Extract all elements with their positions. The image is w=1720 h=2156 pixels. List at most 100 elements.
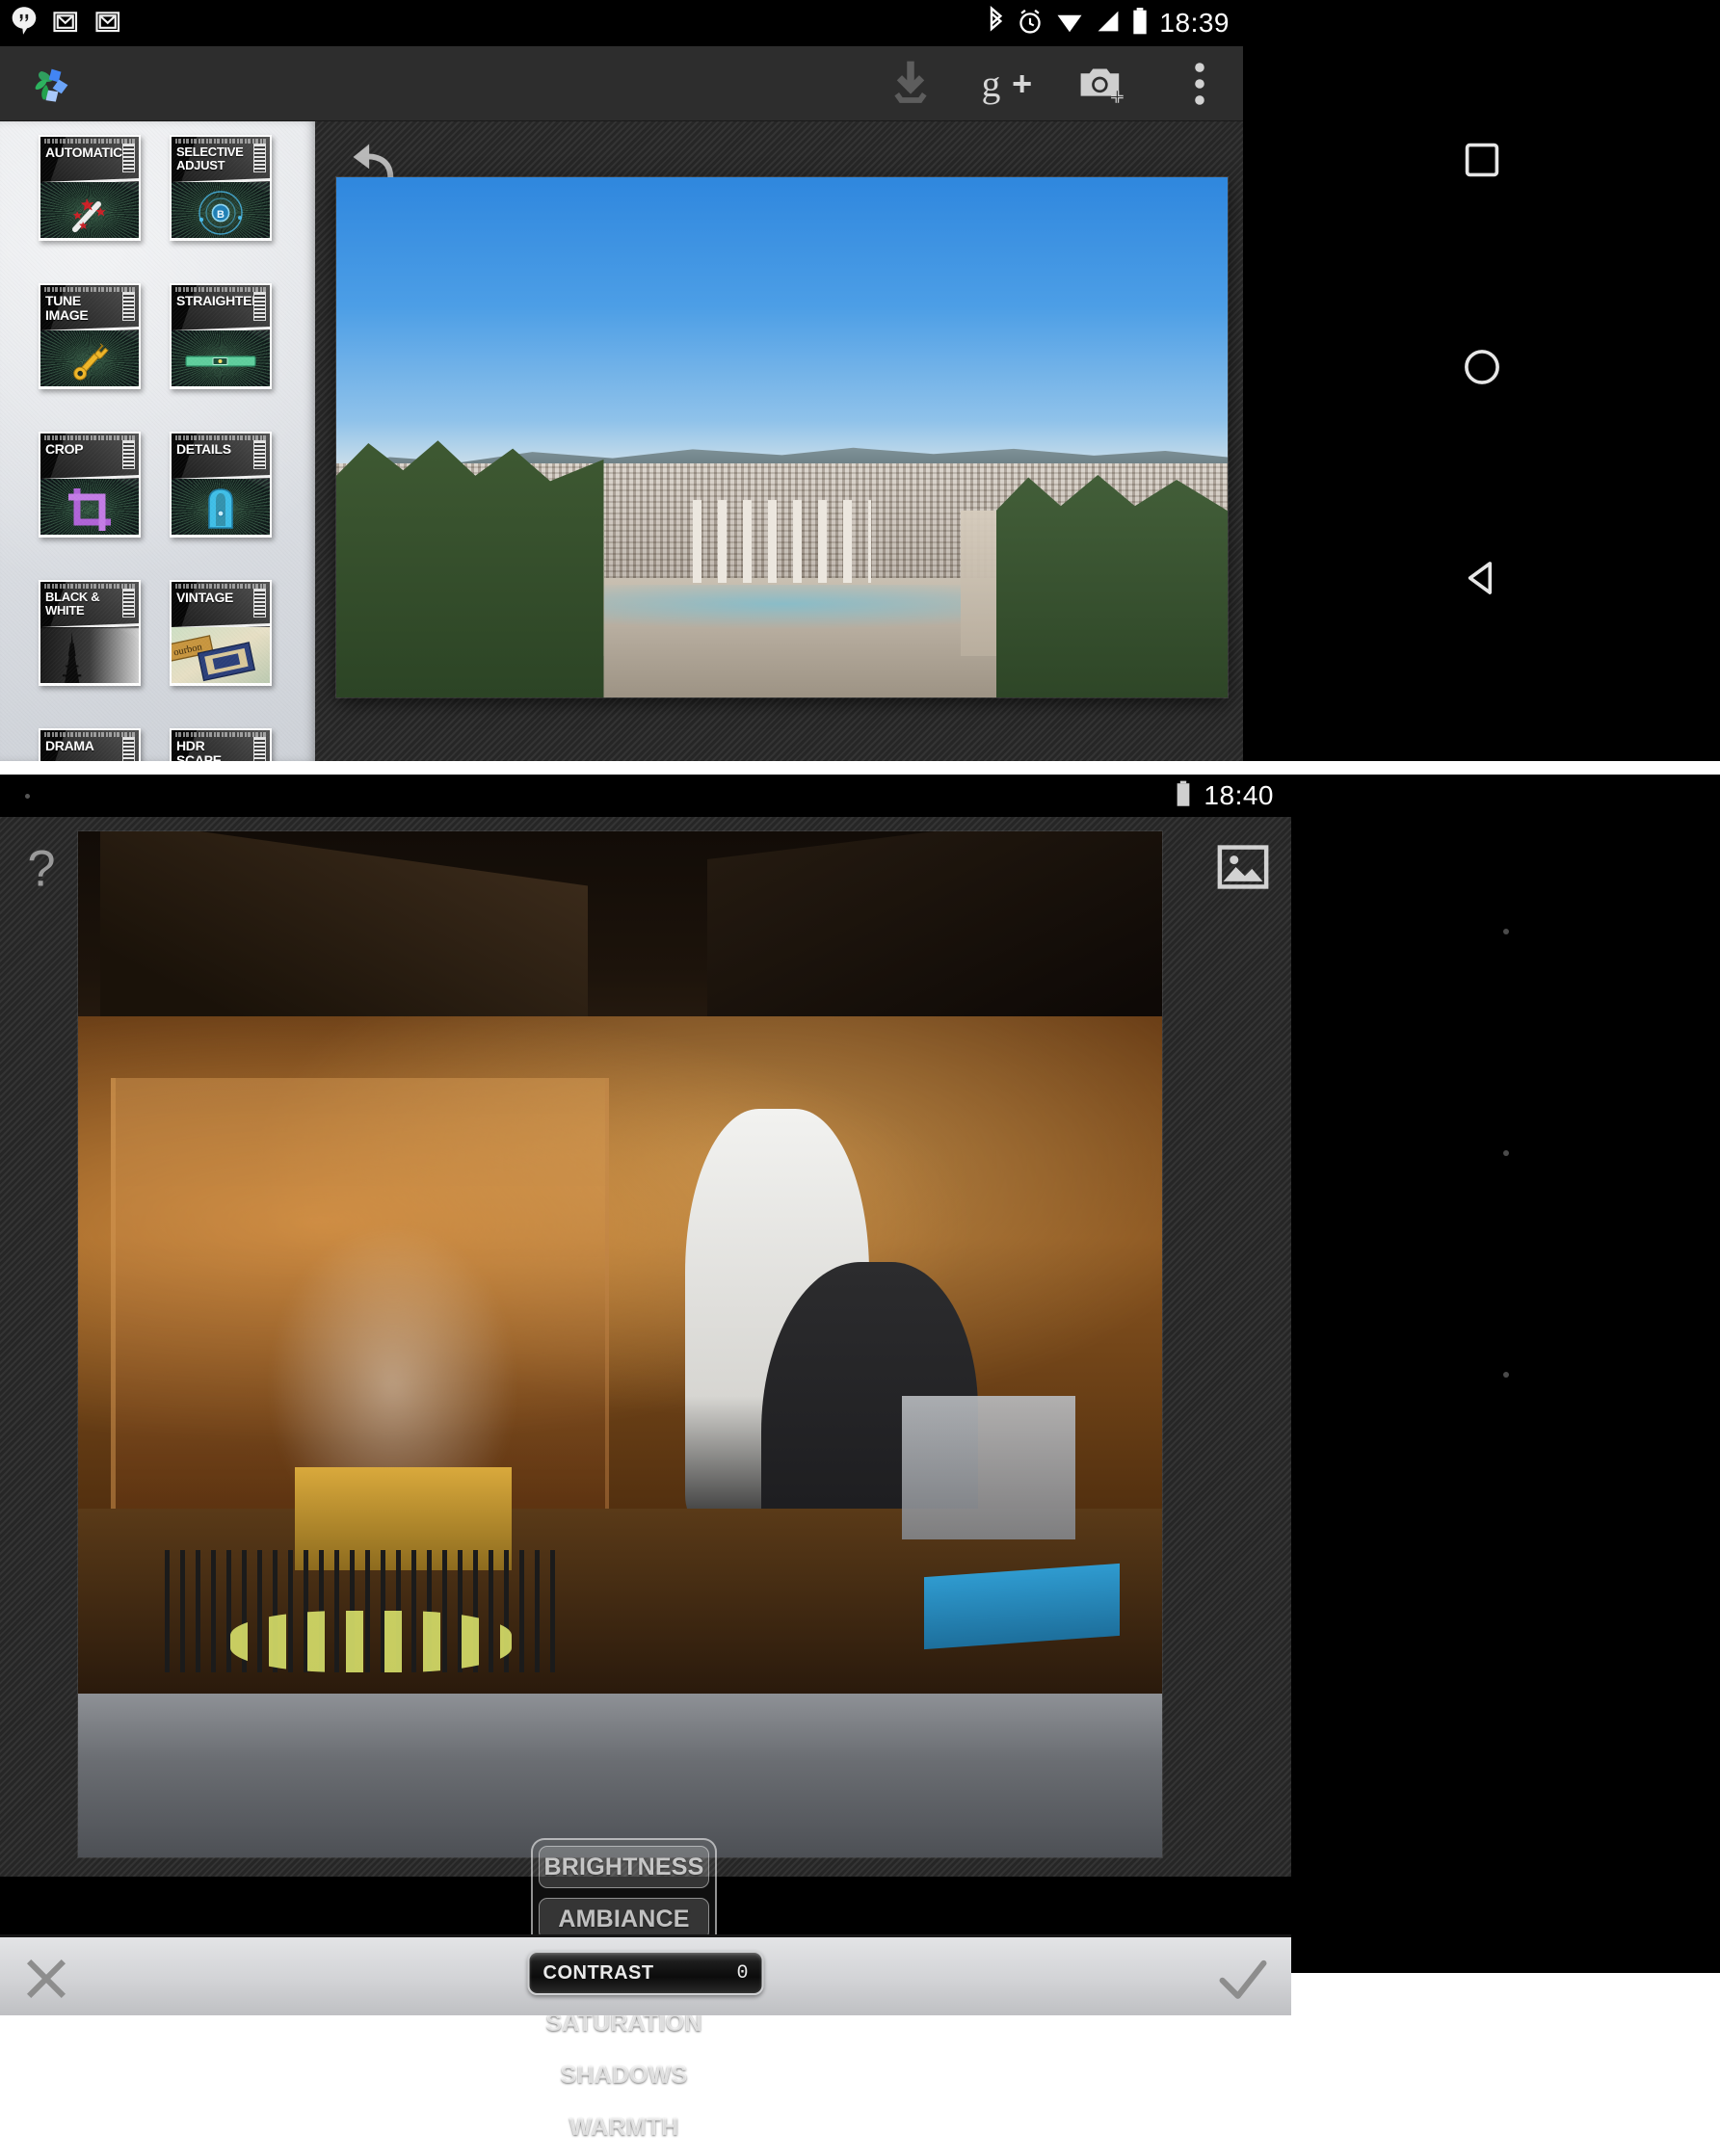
android-navigation-bar bbox=[1243, 0, 1720, 761]
tile-microtext bbox=[44, 139, 135, 144]
app-action-bar: g bbox=[0, 46, 1243, 121]
status-system-icons-2: 18:40 bbox=[1176, 775, 1274, 817]
adjustment-name-label: CONTRAST bbox=[542, 1961, 654, 1984]
tile-microtext bbox=[175, 287, 266, 292]
gmail-icon bbox=[52, 7, 81, 40]
battery-icon bbox=[1132, 7, 1148, 40]
screenshot-divider bbox=[0, 761, 1720, 775]
tile-microtext bbox=[175, 139, 266, 144]
editor-canvas bbox=[315, 121, 1243, 761]
nav-dot-icon bbox=[1502, 1372, 1509, 1378]
magic-wand-icon bbox=[40, 182, 139, 238]
tile-microtext bbox=[44, 287, 135, 292]
vintage-poster-icon: ourbon bbox=[172, 627, 270, 683]
filter-tile-black-and-white[interactable]: BLACK & WHITE bbox=[39, 580, 141, 686]
nav-recents-button[interactable] bbox=[1462, 140, 1502, 185]
filter-tile-tune-image[interactable]: TUNE IMAGE bbox=[39, 283, 141, 389]
filter-tile-vintage[interactable]: VINTAGE ourbon bbox=[170, 580, 272, 686]
barcode-graphic bbox=[253, 292, 266, 321]
tile-microtext bbox=[44, 435, 135, 440]
adjust-item-shadows[interactable]: SHADOWS bbox=[539, 2054, 709, 2096]
filter-grid: AUTOMATIC SELECTIVE ADJUST B TUNE IMAGE … bbox=[0, 121, 315, 761]
filter-label: CROP bbox=[45, 441, 84, 457]
adjust-item-brightness[interactable]: BRIGHTNESS bbox=[539, 1846, 709, 1888]
adjust-item-warmth[interactable]: WARMTH bbox=[539, 2106, 709, 2148]
overflow-menu-icon[interactable] bbox=[1170, 54, 1230, 114]
filter-tile-hdr-scape[interactable]: HDR SCAPE bbox=[170, 728, 272, 761]
status-clock: 18:39 bbox=[1159, 8, 1230, 38]
checkmark-icon[interactable] bbox=[1216, 1955, 1270, 2003]
tune-image-stage: ? BRIGHTNESS AMBIANCE SATURATION SHADOWS… bbox=[0, 817, 1291, 2156]
restaurant-kitchen-grill-photo[interactable] bbox=[78, 831, 1162, 1857]
android-status-bar: 18:39 bbox=[0, 0, 1243, 46]
filter-tile-straighten[interactable]: STRAIGHTEN bbox=[170, 283, 272, 389]
open-camera-icon[interactable] bbox=[1073, 54, 1133, 114]
tune-image-body: ? BRIGHTNESS AMBIANCE SATURATION SHADOWS… bbox=[0, 817, 1291, 2156]
barcode-graphic bbox=[122, 737, 135, 761]
close-x-icon[interactable] bbox=[21, 1955, 71, 2003]
bluetooth-icon bbox=[986, 5, 1005, 41]
nav-back-button[interactable] bbox=[1461, 557, 1503, 604]
barcode-graphic bbox=[122, 589, 135, 618]
barcelona-placa-espanya-photo[interactable] bbox=[336, 177, 1228, 697]
filter-tile-details[interactable]: DETAILS bbox=[170, 432, 272, 538]
filter-label: DRAMA bbox=[45, 738, 94, 753]
filter-panel[interactable]: AUTOMATIC SELECTIVE ADJUST B TUNE IMAGE … bbox=[0, 121, 315, 761]
filter-label: BLACK & WHITE bbox=[45, 590, 100, 618]
export-save-icon[interactable] bbox=[881, 54, 940, 114]
filter-label: VINTAGE bbox=[176, 590, 234, 605]
android-navigation-bar-2 bbox=[1291, 775, 1720, 1973]
tile-microtext bbox=[175, 435, 266, 440]
tile-microtext bbox=[175, 584, 266, 589]
filter-tile-selective-adjust[interactable]: SELECTIVE ADJUST B bbox=[170, 135, 272, 241]
crop-icon bbox=[40, 479, 139, 535]
alarm-icon bbox=[1017, 7, 1044, 40]
image-gallery-icon[interactable] bbox=[1216, 842, 1270, 892]
tile-microtext bbox=[44, 732, 135, 737]
tune-image-bottom-bar: CONTRAST 0 bbox=[0, 1934, 1291, 2015]
spirit-level-icon bbox=[172, 330, 270, 386]
hangouts-icon bbox=[10, 6, 39, 41]
snapseed-tune-image-screen: 18:40 ? BRIGHTNESS AMBIANCE SATURATION S… bbox=[0, 775, 1720, 2156]
snapseed-logo bbox=[21, 58, 75, 112]
filter-label: TUNE IMAGE bbox=[45, 293, 89, 323]
filter-label: AUTOMATIC bbox=[45, 145, 122, 160]
status-system-icons: 18:39 bbox=[986, 0, 1230, 46]
action-bar-buttons: g bbox=[881, 46, 1230, 121]
barcode-graphic bbox=[253, 144, 266, 172]
filter-tile-crop[interactable]: CROP bbox=[39, 432, 141, 538]
adjustment-value-pill[interactable]: CONTRAST 0 bbox=[527, 1951, 764, 1995]
filter-label: STRAIGHTEN bbox=[176, 293, 262, 308]
filter-label: HDR SCAPE bbox=[176, 738, 222, 762]
tile-microtext bbox=[175, 732, 266, 737]
svg-text:g: g bbox=[982, 63, 1001, 105]
status-dot-icon bbox=[25, 794, 30, 799]
eiffel-bw-icon bbox=[40, 627, 139, 683]
filter-tile-automatic[interactable]: AUTOMATIC bbox=[39, 135, 141, 241]
help-question-icon[interactable]: ? bbox=[19, 841, 64, 898]
android-status-bar-2: 18:40 bbox=[0, 775, 1291, 817]
nav-home-button[interactable] bbox=[1462, 347, 1502, 392]
barcode-graphic bbox=[253, 589, 266, 618]
nav-dot-icon bbox=[1502, 1150, 1509, 1156]
wifi-icon bbox=[1055, 9, 1084, 39]
battery-icon bbox=[1176, 780, 1191, 812]
barcode-graphic bbox=[253, 440, 266, 469]
status-clock-2: 18:40 bbox=[1204, 780, 1274, 810]
wrench-icon bbox=[40, 330, 139, 386]
filter-tile-drama[interactable]: DRAMA bbox=[39, 728, 141, 761]
filter-label: SELECTIVE ADJUST bbox=[176, 145, 244, 172]
barcode-graphic bbox=[122, 292, 135, 321]
nav-dot-icon bbox=[1502, 929, 1509, 934]
gmail-icon bbox=[94, 7, 123, 40]
selective-b-icon: B bbox=[172, 182, 270, 238]
tile-microtext bbox=[44, 584, 135, 589]
status-notification-icons bbox=[10, 0, 123, 46]
barcode-graphic bbox=[122, 440, 135, 469]
barcode-graphic bbox=[253, 737, 266, 761]
snapseed-main-screen: 18:39 g AUTOMATIC SELECTIVE ADJUST B TUN… bbox=[0, 0, 1720, 761]
barcode-graphic bbox=[122, 144, 135, 172]
svg-text:?: ? bbox=[27, 842, 55, 896]
google-plus-share-icon[interactable]: g bbox=[977, 54, 1037, 114]
svg-text:B: B bbox=[217, 209, 225, 221]
